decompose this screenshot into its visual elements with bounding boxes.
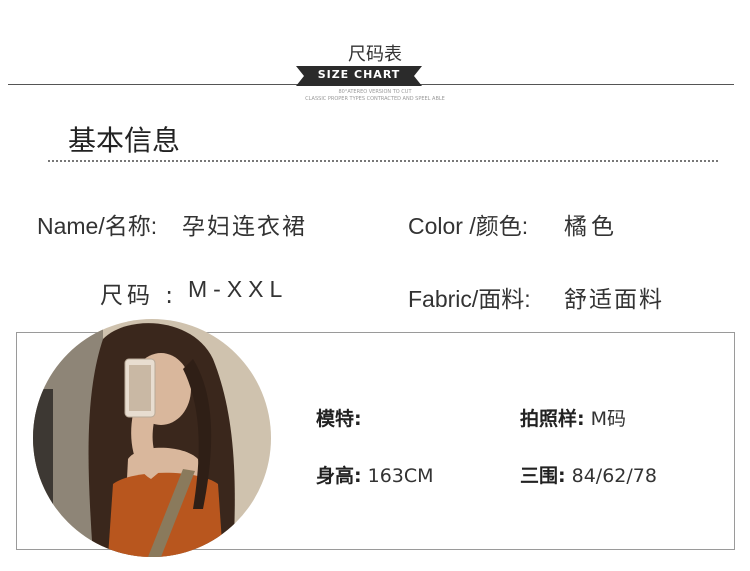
- color-label: Color /颜色:: [408, 213, 529, 239]
- shoot-size-label: 拍照样:: [520, 408, 585, 430]
- shoot-size-row: 拍照样: M码: [520, 404, 626, 431]
- fine-print-line-1: 80°ATEREO VERSION TO CUT: [338, 89, 412, 95]
- size-value: M-XXL: [188, 276, 289, 302]
- measurements-value: 84/62/78: [571, 465, 657, 487]
- model-photo-illustration: [33, 319, 271, 557]
- fine-print-line-2: CLASSIC PROPER TYPES CONTRACTED AND SPEE…: [305, 96, 445, 102]
- shoot-size-value: M码: [590, 408, 627, 430]
- size-chart-title: 尺码表: [348, 44, 402, 65]
- measurements-label: 三围:: [520, 465, 566, 487]
- measurements-row: 三围: 84/62/78: [520, 461, 657, 488]
- section-title-basic-info: 基本信息: [68, 124, 181, 157]
- name-label: Name/名称:: [37, 213, 158, 239]
- model-label: 模特:: [316, 408, 362, 430]
- size-chart-banner-text: SIZE CHART: [317, 68, 401, 81]
- color-value: 橘色: [564, 214, 618, 240]
- height-row: 身高: 163CM: [316, 461, 434, 488]
- height-value: 163CM: [367, 465, 434, 487]
- name-value: 孕妇连衣裙: [182, 214, 307, 240]
- model-row: 模特:: [316, 404, 368, 431]
- height-label: 身高:: [316, 465, 362, 487]
- dotted-divider: [48, 160, 718, 162]
- size-label: 尺码 :: [100, 283, 178, 309]
- model-photo: [33, 319, 271, 557]
- fabric-label: Fabric/面料:: [408, 286, 531, 312]
- fabric-value: 舒适面料: [564, 287, 664, 313]
